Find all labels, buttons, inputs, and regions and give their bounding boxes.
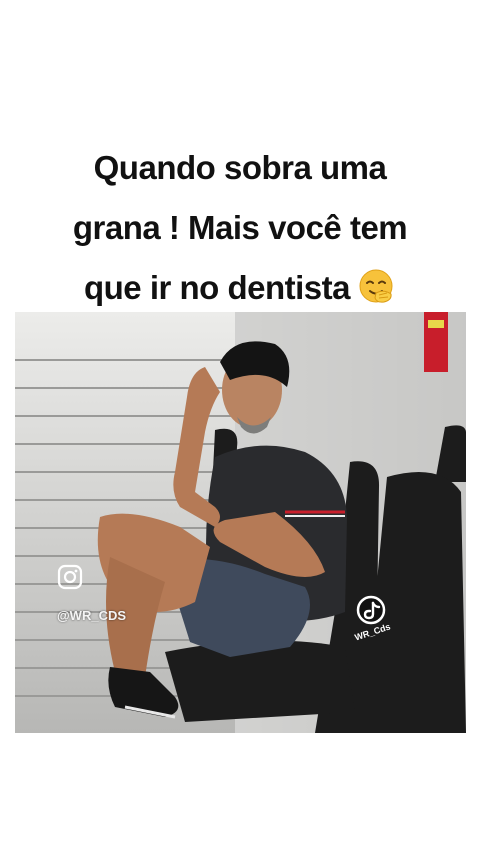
caption-line-1: Quando sobra uma — [93, 149, 387, 186]
caption-line-3: que ir no dentista — [83, 269, 351, 306]
hand-over-mouth-emoji-icon — [359, 269, 393, 303]
meme-photo: @WR_CDS WR_Cds — [15, 312, 466, 733]
instagram-handle: @WR_CDS — [57, 608, 127, 623]
instagram-icon — [57, 564, 83, 590]
meme-caption: Quando sobra uma grana ! Mais você tem q… — [20, 138, 460, 318]
waiting-room-scene — [15, 312, 466, 733]
caption-line-2: grana ! Mais você tem — [72, 209, 408, 246]
caption-line-3-wrap: que ir no dentista — [20, 258, 460, 318]
